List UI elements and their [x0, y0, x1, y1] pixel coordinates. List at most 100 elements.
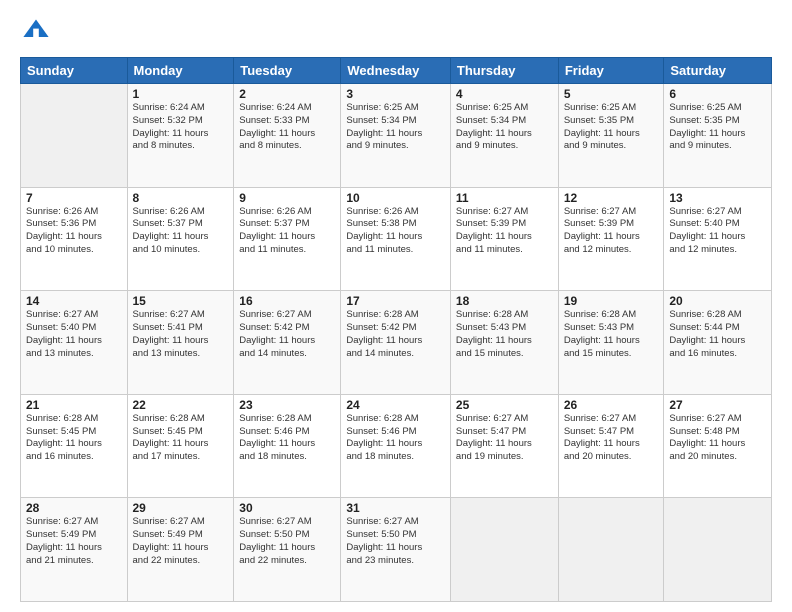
calendar-cell: 25Sunrise: 6:27 AM Sunset: 5:47 PM Dayli… [450, 394, 558, 498]
day-number: 24 [346, 398, 445, 412]
calendar-cell: 17Sunrise: 6:28 AM Sunset: 5:42 PM Dayli… [341, 291, 451, 395]
day-info: Sunrise: 6:27 AM Sunset: 5:48 PM Dayligh… [669, 413, 766, 464]
calendar-cell: 6Sunrise: 6:25 AM Sunset: 5:35 PM Daylig… [664, 84, 772, 188]
calendar-cell: 18Sunrise: 6:28 AM Sunset: 5:43 PM Dayli… [450, 291, 558, 395]
day-info: Sunrise: 6:27 AM Sunset: 5:40 PM Dayligh… [669, 206, 766, 257]
day-info: Sunrise: 6:27 AM Sunset: 5:50 PM Dayligh… [346, 516, 445, 567]
day-number: 27 [669, 398, 766, 412]
calendar-cell: 27Sunrise: 6:27 AM Sunset: 5:48 PM Dayli… [664, 394, 772, 498]
calendar: SundayMondayTuesdayWednesdayThursdayFrid… [20, 57, 772, 602]
day-info: Sunrise: 6:27 AM Sunset: 5:50 PM Dayligh… [239, 516, 335, 567]
calendar-cell: 14Sunrise: 6:27 AM Sunset: 5:40 PM Dayli… [21, 291, 128, 395]
day-number: 20 [669, 294, 766, 308]
calendar-cell [558, 498, 664, 602]
day-number: 18 [456, 294, 553, 308]
day-number: 14 [26, 294, 122, 308]
day-info: Sunrise: 6:28 AM Sunset: 5:46 PM Dayligh… [346, 413, 445, 464]
day-header-wednesday: Wednesday [341, 58, 451, 84]
day-number: 3 [346, 87, 445, 101]
day-info: Sunrise: 6:28 AM Sunset: 5:42 PM Dayligh… [346, 309, 445, 360]
day-header-sunday: Sunday [21, 58, 128, 84]
day-number: 17 [346, 294, 445, 308]
day-number: 2 [239, 87, 335, 101]
day-info: Sunrise: 6:25 AM Sunset: 5:35 PM Dayligh… [669, 102, 766, 153]
calendar-cell: 5Sunrise: 6:25 AM Sunset: 5:35 PM Daylig… [558, 84, 664, 188]
day-info: Sunrise: 6:28 AM Sunset: 5:44 PM Dayligh… [669, 309, 766, 360]
calendar-cell: 24Sunrise: 6:28 AM Sunset: 5:46 PM Dayli… [341, 394, 451, 498]
day-info: Sunrise: 6:24 AM Sunset: 5:32 PM Dayligh… [133, 102, 229, 153]
day-number: 29 [133, 501, 229, 515]
day-number: 4 [456, 87, 553, 101]
day-number: 15 [133, 294, 229, 308]
day-info: Sunrise: 6:26 AM Sunset: 5:36 PM Dayligh… [26, 206, 122, 257]
day-number: 1 [133, 87, 229, 101]
day-info: Sunrise: 6:28 AM Sunset: 5:43 PM Dayligh… [456, 309, 553, 360]
header [20, 16, 772, 49]
calendar-cell: 15Sunrise: 6:27 AM Sunset: 5:41 PM Dayli… [127, 291, 234, 395]
day-info: Sunrise: 6:28 AM Sunset: 5:46 PM Dayligh… [239, 413, 335, 464]
calendar-cell: 12Sunrise: 6:27 AM Sunset: 5:39 PM Dayli… [558, 187, 664, 291]
header-row: SundayMondayTuesdayWednesdayThursdayFrid… [21, 58, 772, 84]
day-number: 6 [669, 87, 766, 101]
day-info: Sunrise: 6:28 AM Sunset: 5:45 PM Dayligh… [133, 413, 229, 464]
day-number: 9 [239, 191, 335, 205]
day-number: 5 [564, 87, 659, 101]
calendar-cell: 3Sunrise: 6:25 AM Sunset: 5:34 PM Daylig… [341, 84, 451, 188]
day-info: Sunrise: 6:27 AM Sunset: 5:49 PM Dayligh… [133, 516, 229, 567]
day-number: 11 [456, 191, 553, 205]
day-number: 19 [564, 294, 659, 308]
day-header-thursday: Thursday [450, 58, 558, 84]
calendar-cell: 8Sunrise: 6:26 AM Sunset: 5:37 PM Daylig… [127, 187, 234, 291]
day-header-friday: Friday [558, 58, 664, 84]
day-number: 12 [564, 191, 659, 205]
day-number: 25 [456, 398, 553, 412]
calendar-cell: 29Sunrise: 6:27 AM Sunset: 5:49 PM Dayli… [127, 498, 234, 602]
day-info: Sunrise: 6:27 AM Sunset: 5:47 PM Dayligh… [564, 413, 659, 464]
calendar-table: SundayMondayTuesdayWednesdayThursdayFrid… [20, 57, 772, 602]
calendar-cell [450, 498, 558, 602]
week-row-4: 21 Sunrise: 6:28 AM Sunset: 5:45 PM Dayli… [21, 394, 772, 498]
calendar-cell [21, 84, 128, 188]
day-info: Sunrise: 6:26 AM Sunset: 5:37 PM Dayligh… [239, 206, 335, 257]
day-info: Sunrise: 6:25 AM Sunset: 5:34 PM Dayligh… [456, 102, 553, 153]
day-info: Sunrise: 6:24 AM Sunset: 5:33 PM Dayligh… [239, 102, 335, 153]
day-number: 30 [239, 501, 335, 515]
day-info: Sunrise: 6:27 AM Sunset: 5:39 PM Dayligh… [564, 206, 659, 257]
day-number: 22 [133, 398, 229, 412]
calendar-cell: 21Sunrise: 6:28 AM Sunset: 5:45 PM Dayli… [21, 394, 128, 498]
week-row-3: 14Sunrise: 6:27 AM Sunset: 5:40 PM Dayli… [21, 291, 772, 395]
day-number: 13 [669, 191, 766, 205]
calendar-cell: 2Sunrise: 6:24 AM Sunset: 5:33 PM Daylig… [234, 84, 341, 188]
day-number: 21 [26, 398, 122, 412]
day-number: 7 [26, 191, 122, 205]
calendar-cell: 22Sunrise: 6:28 AM Sunset: 5:45 PM Dayli… [127, 394, 234, 498]
day-info: Sunrise: 6:27 AM Sunset: 5:47 PM Dayligh… [456, 413, 553, 464]
calendar-cell: 31Sunrise: 6:27 AM Sunset: 5:50 PM Dayli… [341, 498, 451, 602]
day-number: 26 [564, 398, 659, 412]
day-info: Sunrise: 6:27 AM Sunset: 5:39 PM Dayligh… [456, 206, 553, 257]
page: SundayMondayTuesdayWednesdayThursdayFrid… [0, 0, 792, 612]
logo-icon [22, 16, 50, 44]
calendar-cell: 13Sunrise: 6:27 AM Sunset: 5:40 PM Dayli… [664, 187, 772, 291]
day-info: Sunrise: 6:27 AM Sunset: 5:49 PM Dayligh… [26, 516, 122, 567]
day-info: Sunrise: 6:27 AM Sunset: 5:40 PM Dayligh… [26, 309, 122, 360]
logo [20, 16, 52, 49]
calendar-cell: 23Sunrise: 6:28 AM Sunset: 5:46 PM Dayli… [234, 394, 341, 498]
day-number: 8 [133, 191, 229, 205]
week-row-1: 1Sunrise: 6:24 AM Sunset: 5:32 PM Daylig… [21, 84, 772, 188]
day-header-saturday: Saturday [664, 58, 772, 84]
week-row-2: 7Sunrise: 6:26 AM Sunset: 5:36 PM Daylig… [21, 187, 772, 291]
day-header-tuesday: Tuesday [234, 58, 341, 84]
day-number: 16 [239, 294, 335, 308]
calendar-cell: 28Sunrise: 6:27 AM Sunset: 5:49 PM Dayli… [21, 498, 128, 602]
day-number: 28 [26, 501, 122, 515]
calendar-cell: 19Sunrise: 6:28 AM Sunset: 5:43 PM Dayli… [558, 291, 664, 395]
day-number: 23 [239, 398, 335, 412]
day-number: 31 [346, 501, 445, 515]
calendar-cell: 11Sunrise: 6:27 AM Sunset: 5:39 PM Dayli… [450, 187, 558, 291]
day-info: Sunrise: 6:26 AM Sunset: 5:38 PM Dayligh… [346, 206, 445, 257]
calendar-cell: 10Sunrise: 6:26 AM Sunset: 5:38 PM Dayli… [341, 187, 451, 291]
calendar-header: SundayMondayTuesdayWednesdayThursdayFrid… [21, 58, 772, 84]
calendar-cell: 7Sunrise: 6:26 AM Sunset: 5:36 PM Daylig… [21, 187, 128, 291]
day-info: Sunrise: 6:27 AM Sunset: 5:42 PM Dayligh… [239, 309, 335, 360]
